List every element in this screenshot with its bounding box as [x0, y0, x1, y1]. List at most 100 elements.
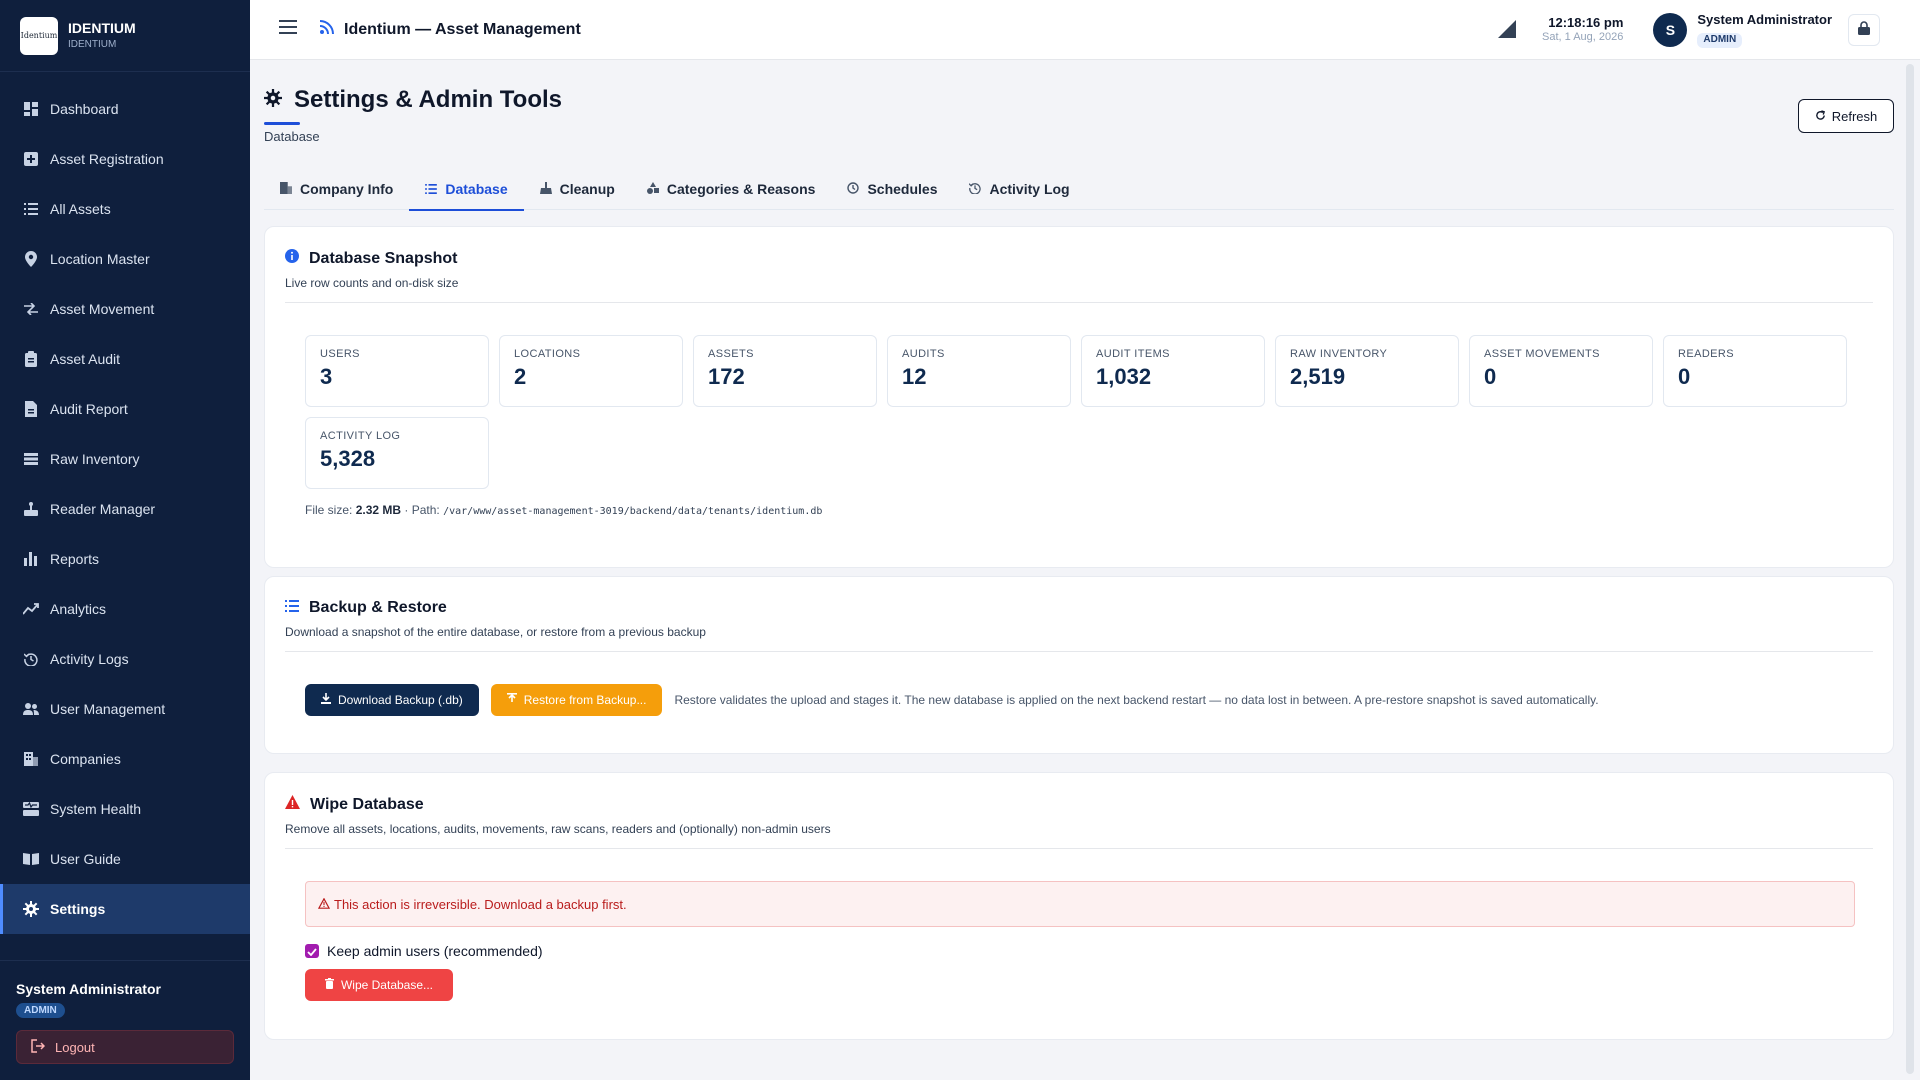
backup-actions: Download Backup (.db) Restore from Backu…	[305, 684, 1873, 716]
tab-schedules[interactable]: Schedules	[831, 168, 953, 210]
sidebar-item-companies[interactable]: Companies	[0, 734, 250, 784]
sidebar-footer: System Administrator ADMIN Logout	[0, 960, 250, 1080]
stat-locations: LOCATIONS 2	[499, 335, 683, 407]
clock: 12:18:16 pm Sat, 1 Aug, 2026	[1542, 15, 1623, 45]
sidebar-item-activity-logs[interactable]: Activity Logs	[0, 634, 250, 684]
settings-tabs: Company Info Database Cleanup Categories…	[264, 168, 1894, 211]
keep-admin-checkbox[interactable]	[305, 944, 319, 958]
logout-button[interactable]: Logout	[16, 1030, 234, 1064]
main-content: Settings & Admin Tools Database Refresh …	[250, 60, 1920, 1080]
broom-icon	[539, 181, 552, 197]
book-icon	[22, 850, 40, 868]
card-title: Backup & Restore	[285, 599, 1873, 617]
page-scrollbar[interactable]	[1906, 64, 1914, 1074]
clipboard-icon	[22, 350, 40, 368]
rss-icon	[319, 20, 334, 39]
sidebar-item-raw-inventory[interactable]: Raw Inventory	[0, 434, 250, 484]
card-title: Database Snapshot	[285, 249, 1873, 268]
reader-icon	[22, 500, 40, 518]
sidebar-item-asset-movement[interactable]: Asset Movement	[0, 284, 250, 334]
download-backup-button[interactable]: Download Backup (.db)	[305, 684, 479, 716]
tab-database[interactable]: Database	[409, 168, 524, 211]
swap-icon	[22, 300, 40, 318]
gear-icon	[22, 900, 40, 918]
card-description: Download a snapshot of the entire databa…	[285, 625, 706, 639]
avatar[interactable]: S	[1653, 13, 1688, 47]
info-icon	[285, 249, 299, 268]
download-backup-label: Download Backup (.db)	[338, 693, 463, 707]
sidebar-item-label: Audit Report	[50, 401, 128, 417]
sidebar-item-reader-manager[interactable]: Reader Manager	[0, 484, 250, 534]
sidebar-item-all-assets[interactable]: All Assets	[0, 184, 250, 234]
tab-activity-log[interactable]: Activity Log	[953, 168, 1085, 210]
tab-label: Schedules	[867, 181, 938, 197]
stat-users: USERS 3	[305, 335, 489, 407]
sidebar-item-location-master[interactable]: Location Master	[0, 234, 250, 284]
tab-label: Activity Log	[989, 181, 1070, 197]
stat-value: 5,328	[320, 446, 376, 471]
menu-toggle-button[interactable]	[276, 18, 300, 42]
page-title: Settings & Admin Tools	[264, 86, 562, 114]
sidebar-item-system-health[interactable]: System Health	[0, 784, 250, 834]
card-title-text: Database Snapshot	[309, 249, 458, 267]
stat-label: RAW INVENTORY	[1290, 348, 1388, 360]
sidebar-item-user-management[interactable]: User Management	[0, 684, 250, 734]
brand-name: IDENTIUM	[68, 20, 136, 37]
stat-value: 2	[514, 364, 527, 389]
alert-text: This action is irreversible. Download a …	[334, 896, 627, 912]
sidebar-item-settings[interactable]: Settings	[0, 884, 250, 934]
stat-label: ACTIVITY LOG	[320, 430, 401, 442]
download-icon	[321, 693, 331, 707]
card-title-text: Wipe Database	[310, 795, 424, 813]
stat-value: 1,032	[1096, 364, 1152, 389]
backup-restore-card: Backup & Restore Download a snapshot of …	[264, 576, 1894, 754]
building-icon	[280, 181, 292, 197]
restore-backup-button[interactable]: Restore from Backup...	[490, 684, 663, 716]
card-description: Live row counts and on-disk size	[285, 276, 459, 290]
refresh-button[interactable]: Refresh	[1798, 99, 1894, 133]
sidebar-item-label: Analytics	[50, 601, 107, 617]
sidebar-item-user-guide[interactable]: User Guide	[0, 834, 250, 884]
sidebar-item-label: Activity Logs	[50, 651, 129, 667]
sidebar-item-label: All Assets	[50, 201, 111, 217]
lock-button[interactable]	[1848, 14, 1880, 46]
sidebar-item-label: Settings	[50, 901, 106, 917]
sidebar-item-asset-registration[interactable]: Asset Registration	[0, 134, 250, 184]
sidebar: Identium IDENTIUM IDENTIUM Dashboard Ass…	[0, 0, 250, 1080]
tab-company-info[interactable]: Company Info	[264, 168, 409, 210]
trend-icon	[22, 600, 40, 618]
brand: Identium IDENTIUM IDENTIUM	[0, 0, 250, 72]
wipe-database-button[interactable]: Wipe Database...	[305, 969, 453, 1001]
brand-sub: IDENTIUM	[68, 38, 117, 50]
list-icon	[425, 181, 438, 197]
sidebar-item-label: Reports	[50, 551, 100, 567]
sidebar-item-label: Companies	[50, 751, 121, 767]
stat-label: READERS	[1678, 348, 1734, 360]
page-header: Settings & Admin Tools Database	[264, 86, 562, 144]
clock-time: 12:18:16 pm	[1548, 15, 1624, 30]
stat-assets: ASSETS 172	[693, 335, 877, 407]
irreversible-alert: This action is irreversible. Download a …	[305, 881, 1855, 927]
sidebar-item-asset-audit[interactable]: Asset Audit	[0, 334, 250, 384]
tab-categories-reasons[interactable]: Categories & Reasons	[631, 168, 832, 210]
lock-icon	[1858, 20, 1870, 40]
file-info: File size: 2.32 MB · Path: /var/www/asse…	[305, 503, 1873, 517]
gear-icon	[264, 86, 282, 114]
divider	[285, 848, 1873, 849]
sidebar-item-audit-report[interactable]: Audit Report	[0, 384, 250, 434]
stats-grid: USERS 3 LOCATIONS 2 ASSETS 172 AUDITS 12 AUD…	[305, 335, 1855, 489]
db-path: /var/www/asset-management-3019/backend/d…	[443, 506, 823, 517]
trash-icon	[324, 978, 334, 992]
file-size-value: 2.32 MB	[355, 503, 402, 517]
refresh-label: Refresh	[1831, 108, 1878, 124]
sidebar-item-dashboard[interactable]: Dashboard	[0, 84, 250, 134]
hamburger-icon	[279, 20, 297, 39]
check-icon	[307, 943, 317, 959]
tab-cleanup[interactable]: Cleanup	[524, 168, 631, 210]
topbar-right: 12:18:16 pm Sat, 1 Aug, 2026 S System Ad…	[1498, 0, 1920, 60]
keep-admin-row: Keep admin users (recommended)	[305, 943, 1873, 959]
sidebar-item-analytics[interactable]: Analytics	[0, 584, 250, 634]
divider	[285, 302, 1873, 303]
sidebar-item-reports[interactable]: Reports	[0, 534, 250, 584]
app-title-text: Identium — Asset Management	[344, 20, 581, 38]
